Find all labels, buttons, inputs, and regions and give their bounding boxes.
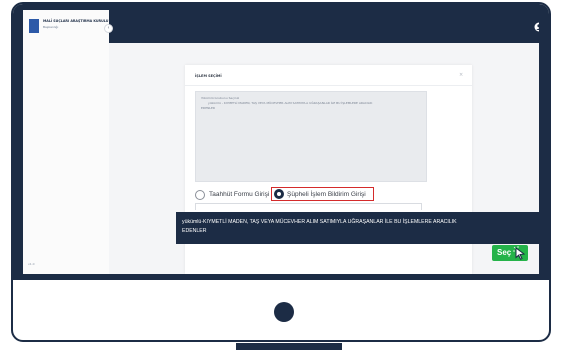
tooltip-line: EDENLER xyxy=(182,228,207,234)
monitor-frame: MALİ SUÇLARI ARAŞTIRMA KURULU Başkanlığı… xyxy=(11,2,551,342)
supheli-radio[interactable] xyxy=(274,189,284,199)
taahhut-label[interactable]: Taahhüt Formu Girişi xyxy=(209,191,269,198)
yukumlu-textarea[interactable]: Yükümlü Grubunu Seçiniz yükümlü - KIYMET… xyxy=(195,91,427,182)
dropdown-box[interactable] xyxy=(195,203,422,210)
tooltip-line: yükümlü-KIYMETLİ MADEN, TAŞ VEYA MÜCEVHE… xyxy=(182,219,457,225)
user-menu-icon[interactable] xyxy=(534,22,539,32)
supheli-label[interactable]: Şüpheli İşlem Bildirim Girişi xyxy=(287,191,366,198)
app-window: MALİ SUÇLARI ARAŞTIRMA KURULU Başkanlığı… xyxy=(23,10,539,274)
monitor-screen: MALİ SUÇLARI ARAŞTIRMA KURULU Başkanlığı… xyxy=(13,4,549,278)
brand-title: MALİ SUÇLARI ARAŞTIRMA KURULU xyxy=(43,19,109,23)
modal-title: İŞLEM SEÇİMİ xyxy=(195,74,222,78)
top-navbar xyxy=(109,10,539,43)
power-button-icon[interactable] xyxy=(274,302,294,322)
brand-subtitle: Başkanlığı xyxy=(43,25,59,29)
bezel-divider xyxy=(13,278,549,280)
close-icon[interactable]: × xyxy=(459,72,463,78)
sidebar: MALİ SUÇLARI ARAŞTIRMA KURULU Başkanlığı… xyxy=(23,10,110,274)
logo-icon xyxy=(29,19,39,33)
version-label: v1.0 xyxy=(28,262,35,266)
yukumlu-tooltip: yükümlü-KIYMETLİ MADEN, TAŞ VEYA MÜCEVHE… xyxy=(176,212,539,244)
cursor-icon xyxy=(513,246,526,260)
textarea-line: yükümlü - KIYMETLİ MADEN, TAŞ VEYA MÜCEV… xyxy=(208,101,373,105)
select-button-label: Seç xyxy=(497,248,512,257)
textarea-line: EDENLER xyxy=(201,106,215,110)
monitor-stand xyxy=(236,343,342,350)
modal-divider xyxy=(185,85,472,86)
sidebar-collapse-button[interactable]: ‹ xyxy=(104,24,113,33)
textarea-line: Yükümlü Grubunu Seçiniz xyxy=(201,96,240,100)
taahhut-radio[interactable] xyxy=(195,190,205,200)
